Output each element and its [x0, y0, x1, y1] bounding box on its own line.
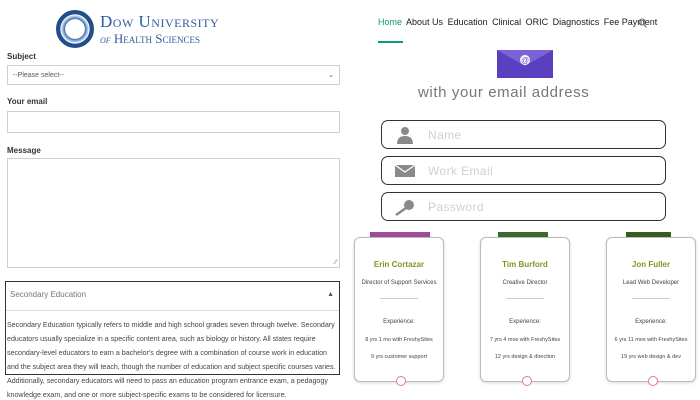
team-card-name: Tim Burford — [502, 260, 548, 269]
subject-select[interactable]: --Please select-- ⌄ — [7, 65, 340, 85]
team-card: Jon Fuller Lead Web Developer Experience… — [606, 237, 696, 386]
password-placeholder: Password — [428, 200, 484, 214]
nav-item-oric[interactable]: ORIC — [526, 17, 549, 27]
logo-line2: of Health Sciences — [100, 32, 219, 45]
email-label: Your email — [7, 97, 48, 106]
work-email-placeholder: Work Email — [428, 164, 494, 178]
user-icon — [397, 127, 413, 144]
team-card-role: Lead Web Developer — [622, 280, 680, 286]
team-card-toggle-icon[interactable] — [522, 376, 532, 386]
main-nav: Home About Us Education Clinical ORIC Di… — [378, 17, 659, 27]
team-card-experience-label: Experience: — [509, 319, 541, 325]
subject-label: Subject — [7, 52, 36, 61]
team-card-line2: 9 yrs customer support — [371, 354, 427, 360]
team-card-divider — [380, 298, 418, 299]
email-field[interactable] — [7, 111, 340, 133]
team-card-name: Erin Cortazar — [373, 260, 425, 269]
work-email-input[interactable]: Work Email — [381, 156, 666, 185]
accordion-title[interactable]: Secondary Education — [10, 290, 86, 299]
university-seal-icon — [56, 10, 94, 48]
nav-item-about-us[interactable]: About Us — [406, 17, 443, 27]
key-icon — [395, 200, 414, 216]
envelope-icon: @ — [497, 50, 553, 78]
message-textarea[interactable]: ∕∕ — [7, 158, 340, 268]
logo-line2-main: Health Sciences — [113, 31, 200, 46]
team-card-line1: 7 yrs 4 mos with FreshySites — [489, 337, 561, 343]
team-card-line1: 6 yrs 11 mos with FreshySites — [614, 337, 688, 343]
team-card-experience-label: Experience: — [635, 319, 667, 325]
team-card-line2: 12 yrs design & direction — [494, 354, 556, 360]
nav-item-diagnostics[interactable]: Diagnostics — [553, 17, 600, 27]
accordion-divider — [6, 310, 339, 311]
nav-active-underline — [378, 41, 403, 43]
team-card-line1: 8 yrs 1 mo with FreshySites — [365, 337, 433, 343]
svg-text:@: @ — [521, 56, 529, 65]
team-card-role: Creative Director — [502, 280, 548, 286]
nav-item-clinical[interactable]: Clinical — [492, 17, 521, 27]
subject-select-value: --Please select-- — [13, 72, 64, 79]
team-card-toggle-icon[interactable] — [648, 376, 658, 386]
logo-line2-of: of — [100, 32, 111, 46]
chevron-up-icon[interactable]: ▲ — [327, 291, 334, 298]
team-card-toggle-icon[interactable] — [396, 376, 406, 386]
team-card-divider — [506, 298, 544, 299]
name-placeholder: Name — [428, 128, 462, 142]
left-panel: Dow University of Health Sciences Subjec… — [0, 0, 348, 400]
resize-handle-icon[interactable]: ∕∕ — [335, 259, 337, 266]
message-label: Message — [7, 146, 41, 155]
university-logo[interactable]: Dow University of Health Sciences — [56, 10, 219, 48]
accordion-body: Secondary Education typically refers to … — [7, 321, 336, 399]
team-card-role: Director of Support Services — [361, 280, 437, 286]
right-panel: Home About Us Education Clinical ORIC Di… — [348, 0, 700, 400]
signup-heading: with your email address — [418, 84, 590, 101]
chevron-down-icon: ⌄ — [328, 72, 334, 79]
mail-icon — [394, 164, 416, 177]
nav-item-education[interactable]: Education — [448, 17, 488, 27]
nav-item-home[interactable]: Home — [378, 17, 402, 27]
logo-text: Dow University of Health Sciences — [100, 13, 219, 45]
team-card-experience-label: Experience: — [383, 319, 415, 325]
password-input[interactable]: Password — [381, 192, 666, 221]
nav-item-fee-payment[interactable]: Fee Payment — [604, 17, 658, 27]
team-card-name: Jon Fuller — [631, 260, 671, 269]
logo-line1: Dow University — [100, 12, 220, 31]
team-card-line2: 19 yrs web design & dev — [621, 354, 681, 360]
name-input[interactable]: Name — [381, 120, 666, 149]
team-card-divider — [632, 298, 670, 299]
team-card: Erin Cortazar Director of Support Servic… — [354, 237, 444, 386]
search-icon[interactable] — [638, 18, 647, 30]
team-card: Tim Burford Creative Director Experience… — [480, 237, 570, 386]
